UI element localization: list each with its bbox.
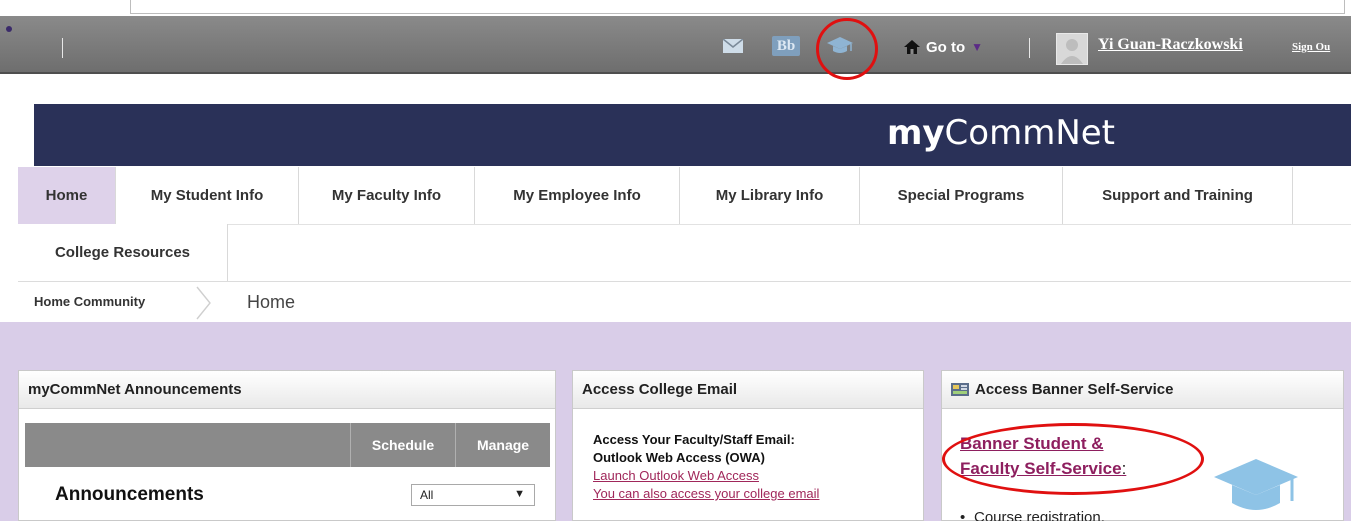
main-nav: Home My Student Info My Faculty Info My … bbox=[18, 167, 1351, 282]
user-name-link[interactable]: Yi Guan-Raczkowski bbox=[1098, 36, 1243, 54]
announcements-heading: Announcements bbox=[55, 484, 204, 505]
nav-row: College Resources bbox=[18, 224, 228, 281]
email-portlet: Access College Email Access Your Faculty… bbox=[572, 370, 924, 521]
tab-my-employee-info[interactable]: My Employee Info bbox=[475, 167, 680, 224]
breadcrumb: Home Community Home bbox=[18, 282, 1351, 322]
signout-link[interactable]: Sign Ou bbox=[1292, 41, 1330, 53]
college-email-link[interactable]: You can also access your college email bbox=[593, 485, 913, 503]
tab-college-resources[interactable]: College Resources bbox=[18, 224, 228, 281]
tab-my-faculty-info[interactable]: My Faculty Info bbox=[299, 167, 475, 224]
email-body: Access Your Faculty/Staff Email: Outlook… bbox=[593, 431, 913, 503]
tab-my-student-info[interactable]: My Student Info bbox=[116, 167, 299, 224]
blackboard-label: Bb bbox=[776, 37, 796, 54]
manage-button[interactable]: Manage bbox=[455, 423, 550, 467]
announcements-filter-select[interactable]: All ▼ bbox=[411, 484, 535, 506]
announcements-portlet: myCommNet Announcements Schedule Manage … bbox=[18, 370, 556, 521]
chevron-down-icon: ▼ bbox=[971, 40, 984, 54]
annotation-circle bbox=[816, 18, 878, 80]
chevron-down-icon: ▼ bbox=[514, 488, 525, 500]
announcements-toolbar: Schedule Manage bbox=[25, 423, 550, 467]
tab-home[interactable]: Home bbox=[18, 167, 116, 224]
top-toolbar: Bb Go to ▼ Yi Guan-Raczkowski Sign Ou bbox=[0, 16, 1351, 74]
email-line2: Outlook Web Access (OWA) bbox=[593, 450, 765, 465]
banner-self-service-portlet: Access Banner Self-Service Banner Studen… bbox=[941, 370, 1344, 521]
home-icon bbox=[904, 40, 920, 54]
divider bbox=[1029, 38, 1030, 58]
filter-value: All bbox=[420, 488, 434, 502]
breadcrumb-home-community[interactable]: Home Community bbox=[34, 294, 145, 309]
breadcrumb-current: Home bbox=[247, 292, 296, 312]
goto-menu[interactable]: Go to ▼ bbox=[904, 36, 983, 58]
portlet-title: Access College Email bbox=[573, 371, 923, 409]
tab-special-programs[interactable]: Special Programs bbox=[860, 167, 1063, 224]
site-logo: myCommNet bbox=[887, 113, 1115, 153]
list-item: Course registration, bbox=[960, 509, 1105, 521]
goto-label: Go to bbox=[926, 38, 966, 56]
annotation-oval bbox=[942, 423, 1204, 495]
logo-rest: CommNet bbox=[944, 113, 1115, 153]
nav-row: Home My Student Info My Faculty Info My … bbox=[18, 167, 1293, 224]
divider bbox=[62, 38, 63, 58]
launch-owa-link[interactable]: Launch Outlook Web Access bbox=[593, 467, 913, 485]
portlet-title: Access Banner Self-Service bbox=[975, 381, 1174, 398]
tab-my-library-info[interactable]: My Library Info bbox=[680, 167, 860, 224]
address-bar-remnant bbox=[130, 0, 1345, 14]
breadcrumb-separator-icon bbox=[196, 286, 211, 320]
blackboard-icon[interactable]: Bb bbox=[772, 36, 800, 56]
banner-portal-icon bbox=[951, 383, 969, 396]
tab-support-and-training[interactable]: Support and Training bbox=[1063, 167, 1293, 224]
site-banner: myCommNet bbox=[34, 104, 1351, 166]
email-line1: Access Your Faculty/Staff Email: bbox=[593, 432, 795, 447]
status-dot bbox=[6, 26, 12, 32]
logo-bold: my bbox=[886, 113, 945, 153]
portlet-title: myCommNet Announcements bbox=[19, 371, 555, 409]
mail-icon[interactable] bbox=[721, 35, 745, 57]
graduation-cap-icon bbox=[1214, 459, 1298, 510]
browser-strip bbox=[0, 0, 1351, 16]
schedule-button[interactable]: Schedule bbox=[350, 423, 455, 467]
avatar[interactable] bbox=[1056, 33, 1088, 65]
portlet-header: Access Banner Self-Service bbox=[942, 371, 1343, 409]
